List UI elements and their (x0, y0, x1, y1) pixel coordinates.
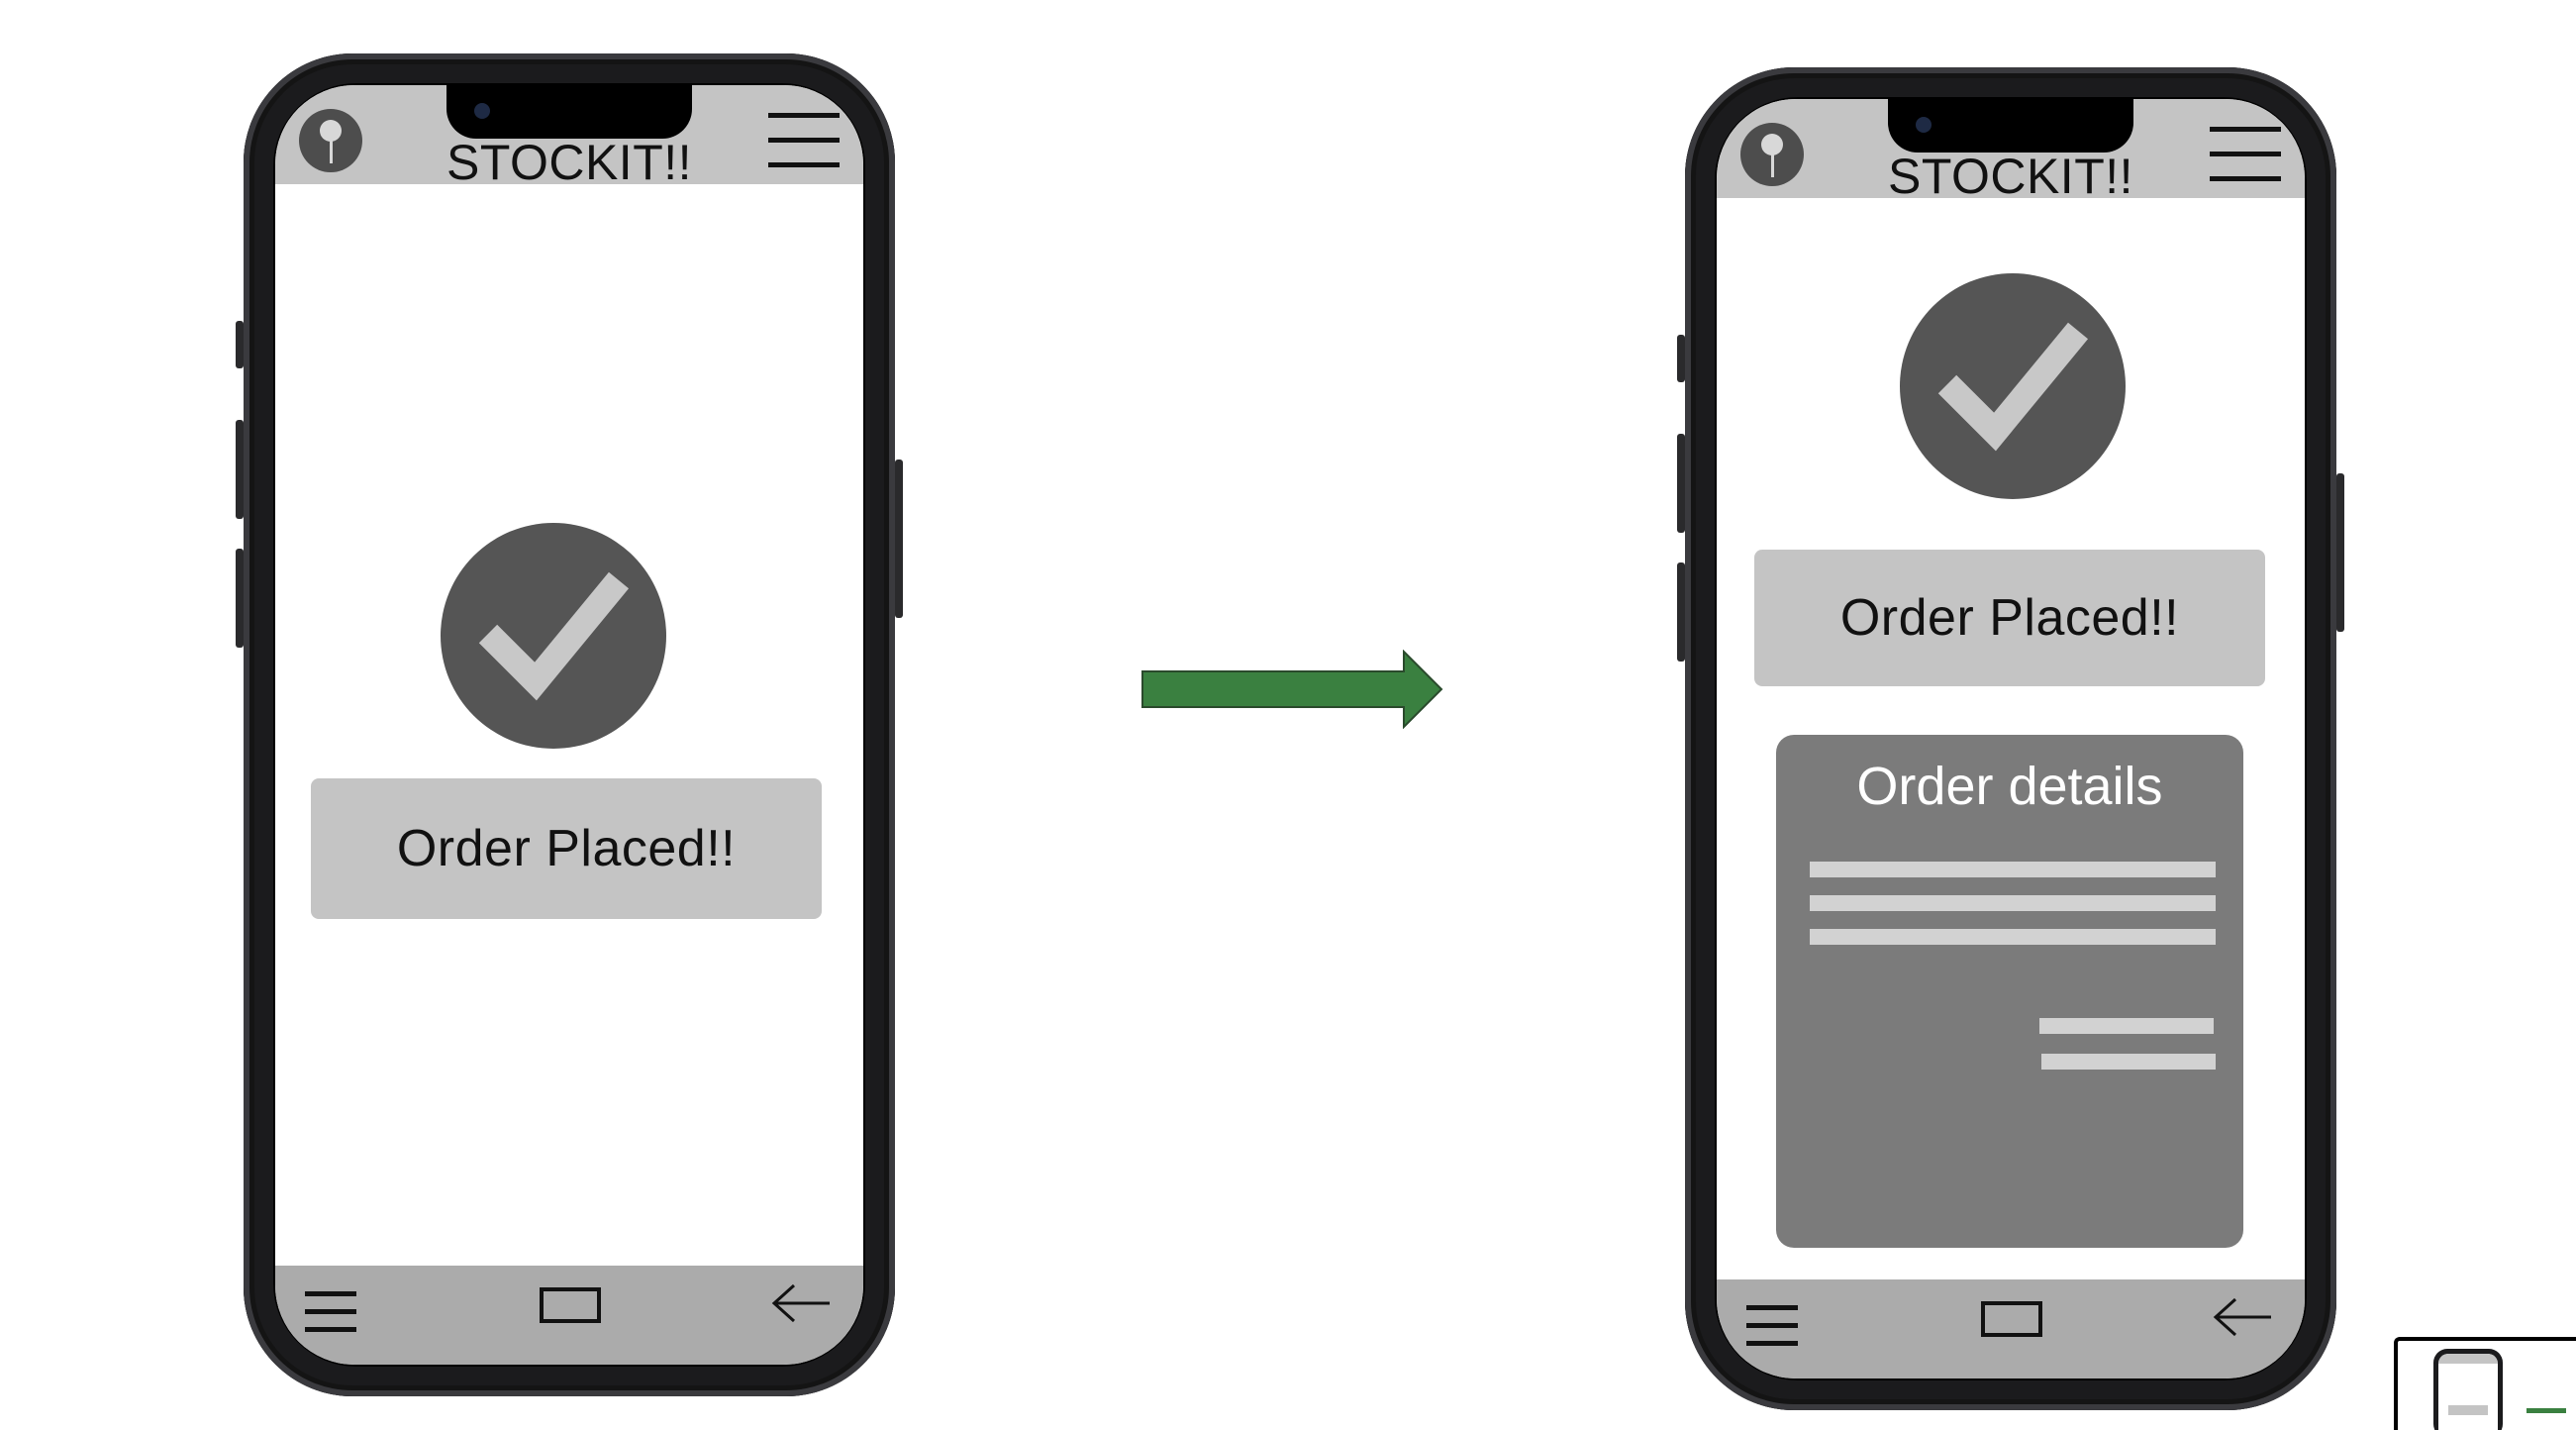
side-button (236, 420, 244, 519)
order-status-label: Order Placed!! (1839, 589, 2180, 647)
detail-line (1810, 929, 2216, 945)
side-button (1677, 434, 1685, 533)
nav-home-icon[interactable] (1981, 1301, 2042, 1337)
nav-home-icon[interactable] (540, 1287, 601, 1323)
side-button (236, 321, 244, 368)
side-button (1677, 335, 1685, 382)
notch (446, 85, 692, 139)
side-button (2336, 473, 2344, 632)
thumbnail-arrow (2526, 1408, 2566, 1413)
slide-thumbnail[interactable] (2394, 1337, 2576, 1430)
nav-bar (275, 1266, 863, 1365)
hamburger-menu-icon[interactable] (2210, 127, 2281, 182)
app-display: STOCKIT!! Order Placed!! (275, 85, 863, 1365)
phone-screen: STOCKIT!! Order Placed!! (273, 83, 865, 1367)
detail-line (1810, 862, 2216, 877)
checkmark-icon (441, 523, 666, 749)
phone-screen: STOCKIT!! Order Placed!! Order details (1715, 97, 2307, 1380)
order-status-banner: Order Placed!! (311, 778, 822, 919)
nav-bar (1717, 1279, 2305, 1379)
phone-mockup-left: STOCKIT!! Order Placed!! (236, 53, 903, 1396)
detail-line (2039, 1018, 2214, 1034)
app-display: STOCKIT!! Order Placed!! Order details (1717, 99, 2305, 1379)
side-button (1677, 562, 1685, 662)
checkmark-icon (1900, 273, 2126, 499)
nav-menu-icon[interactable] (1746, 1305, 1798, 1346)
phone-mockup-right: STOCKIT!! Order Placed!! Order details (1677, 67, 2344, 1410)
order-status-label: Order Placed!! (396, 820, 737, 877)
nav-menu-icon[interactable] (305, 1291, 356, 1332)
thumbnail-phone (2433, 1349, 2503, 1430)
back-arrow-icon[interactable] (2212, 1295, 2273, 1339)
back-arrow-icon[interactable] (770, 1281, 832, 1325)
order-status-banner: Order Placed!! (1754, 550, 2265, 686)
detail-line (1810, 895, 2216, 911)
notch (1888, 99, 2133, 153)
side-button (236, 549, 244, 648)
hamburger-menu-icon[interactable] (768, 113, 840, 168)
order-details-card[interactable]: Order details (1776, 735, 2243, 1248)
order-details-title: Order details (1856, 757, 2163, 816)
detail-line (2041, 1054, 2216, 1070)
side-button (895, 460, 903, 618)
right-arrow-icon (1141, 650, 1443, 729)
